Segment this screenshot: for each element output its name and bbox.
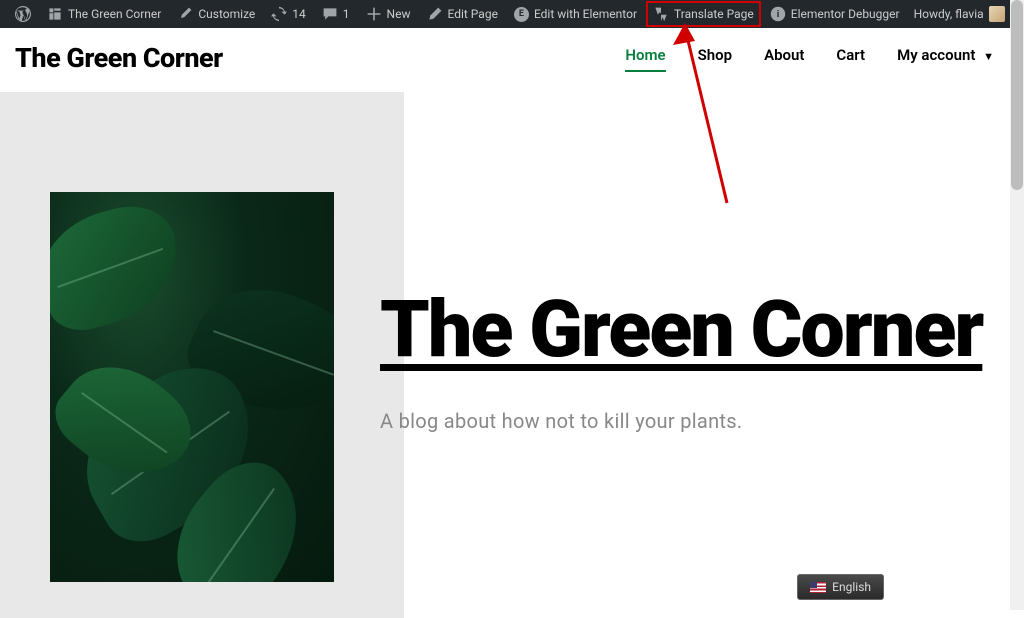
user-avatar <box>989 6 1005 22</box>
translate-icon <box>653 6 669 22</box>
site-title[interactable]: The Green Corner <box>15 42 223 74</box>
language-switcher[interactable]: English <box>797 574 884 600</box>
info-icon: i <box>770 6 786 22</box>
elementor-icon: E <box>514 7 529 22</box>
hero-section: The Green Corner A blog about how not to… <box>0 92 1024 618</box>
nav-shop[interactable]: Shop <box>698 46 732 70</box>
chevron-down-icon: ▼ <box>983 50 994 63</box>
wordpress-icon <box>15 6 31 22</box>
brush-icon <box>177 6 193 22</box>
translate-page-text: Translate Page <box>674 7 754 21</box>
translate-page-button[interactable]: Translate Page <box>646 1 761 27</box>
site-header: The Green Corner Home Shop About Cart My… <box>0 28 1024 92</box>
nav-home[interactable]: Home <box>625 46 665 70</box>
user-menu[interactable]: Howdy, flavia <box>907 0 1012 28</box>
language-label: English <box>832 580 871 594</box>
edit-page-text: Edit Page <box>448 7 498 21</box>
customize-link[interactable]: Customize <box>170 0 262 28</box>
comments-link[interactable]: 1 <box>315 0 357 28</box>
plant-image <box>50 192 334 582</box>
vertical-scrollbar[interactable] <box>1010 0 1024 610</box>
pencil-icon <box>427 6 443 22</box>
nav-my-account[interactable]: My account ▼ <box>897 46 994 70</box>
dashboard-icon <box>47 6 63 22</box>
nav-cart[interactable]: Cart <box>836 46 865 70</box>
refresh-icon <box>271 6 287 22</box>
edit-elementor-link[interactable]: E Edit with Elementor <box>507 0 644 28</box>
nav-about[interactable]: About <box>764 46 804 70</box>
scrollbar-thumb[interactable] <box>1011 0 1023 190</box>
admin-bar-right: Howdy, flavia <box>907 0 1024 28</box>
elementor-debugger-link[interactable]: i Elementor Debugger <box>763 0 907 28</box>
plus-icon <box>366 6 382 22</box>
wp-admin-bar: The Green Corner Customize 14 1 New <box>0 0 1024 28</box>
debugger-text: Elementor Debugger <box>791 7 900 21</box>
hero-subtitle: A blog about how not to kill your plants… <box>380 409 994 433</box>
howdy-text: Howdy, flavia <box>914 7 984 21</box>
comments-count: 1 <box>343 7 350 21</box>
new-content-menu[interactable]: New <box>359 0 418 28</box>
site-name-text: The Green Corner <box>68 7 161 21</box>
main-navigation: Home Shop About Cart My account ▼ <box>625 46 994 70</box>
customize-text: Customize <box>198 7 255 21</box>
us-flag-icon <box>810 582 826 593</box>
wp-logo-menu[interactable] <box>8 0 38 28</box>
updates-count: 14 <box>292 7 306 21</box>
nav-account-label: My account <box>897 46 975 64</box>
comment-icon <box>322 6 338 22</box>
hero-text-column: The Green Corner A blog about how not to… <box>404 92 1024 618</box>
edit-elementor-text: Edit with Elementor <box>534 7 637 21</box>
admin-bar-left: The Green Corner Customize 14 1 New <box>8 0 907 28</box>
new-text: New <box>387 7 411 21</box>
hero-title: The Green Corner <box>380 292 994 369</box>
site-name-menu[interactable]: The Green Corner <box>40 0 168 28</box>
edit-page-link[interactable]: Edit Page <box>420 0 505 28</box>
hero-image-column <box>0 92 404 618</box>
updates-link[interactable]: 14 <box>264 0 313 28</box>
